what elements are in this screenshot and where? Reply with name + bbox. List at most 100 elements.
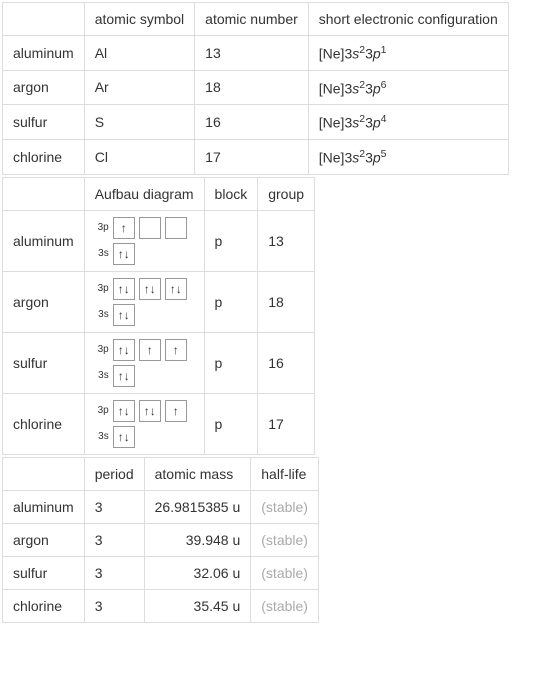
header-atomic-mass: atomic mass bbox=[144, 457, 251, 490]
atomic-mass: 26.9815385 u bbox=[144, 490, 251, 523]
period: 3 bbox=[84, 490, 144, 523]
orbital-box: ↑ bbox=[113, 217, 135, 239]
orbital-label-3s: 3s bbox=[95, 431, 109, 442]
table-header-row: atomic symbol atomic number short electr… bbox=[3, 3, 509, 36]
atomic-symbol: Ar bbox=[84, 70, 194, 105]
aufbau-diagram: 3p ↑↓ ↑ ↑ 3s ↑↓ bbox=[84, 332, 204, 393]
atomic-symbol: Al bbox=[84, 36, 194, 71]
table-row: sulfur 3p ↑↓ ↑ ↑ 3s ↑↓ p 16 bbox=[3, 332, 315, 393]
element-name: sulfur bbox=[3, 556, 85, 589]
orbital-box: ↑↓ bbox=[113, 243, 135, 265]
element-name: aluminum bbox=[3, 210, 85, 271]
orbital-box: ↑↓ bbox=[113, 400, 135, 422]
table-row: sulfur S 16 [Ne]3s23p4 bbox=[3, 105, 509, 140]
element-name: chlorine bbox=[3, 139, 85, 174]
orbital-box: ↑↓ bbox=[165, 278, 187, 300]
header-empty bbox=[3, 3, 85, 36]
header-atomic-symbol: atomic symbol bbox=[84, 3, 194, 36]
aufbau-diagram: 3p ↑↓ ↑↓ ↑↓ 3s ↑↓ bbox=[84, 271, 204, 332]
half-life: (stable) bbox=[251, 556, 319, 589]
header-aufbau: Aufbau diagram bbox=[84, 177, 204, 210]
table-aufbau: Aufbau diagram block group aluminum 3p ↑… bbox=[2, 177, 315, 455]
half-life: (stable) bbox=[251, 589, 319, 622]
orbital-label-3s: 3s bbox=[95, 309, 109, 320]
orbital-box: ↑↓ bbox=[113, 339, 135, 361]
atomic-mass: 35.45 u bbox=[144, 589, 251, 622]
period: 3 bbox=[84, 589, 144, 622]
orbital-label-3s: 3s bbox=[95, 248, 109, 259]
table-row: aluminum 3p ↑ 3s ↑↓ p 13 bbox=[3, 210, 315, 271]
aufbau-diagram: 3p ↑↓ ↑↓ ↑ 3s ↑↓ bbox=[84, 393, 204, 454]
element-name: argon bbox=[3, 70, 85, 105]
element-name: sulfur bbox=[3, 105, 85, 140]
element-name: aluminum bbox=[3, 490, 85, 523]
orbital-box: ↑ bbox=[139, 339, 161, 361]
group: 16 bbox=[258, 332, 315, 393]
table-row: chlorine 3p ↑↓ ↑↓ ↑ 3s ↑↓ p 17 bbox=[3, 393, 315, 454]
header-block: block bbox=[204, 177, 258, 210]
orbital-box: ↑ bbox=[165, 339, 187, 361]
group: 13 bbox=[258, 210, 315, 271]
orbital-label-3p: 3p bbox=[95, 283, 109, 294]
table-row: argon 3p ↑↓ ↑↓ ↑↓ 3s ↑↓ p 18 bbox=[3, 271, 315, 332]
aufbau-diagram: 3p ↑ 3s ↑↓ bbox=[84, 210, 204, 271]
orbital-box: ↑↓ bbox=[113, 426, 135, 448]
header-period: period bbox=[84, 457, 144, 490]
orbital-box: ↑ bbox=[165, 400, 187, 422]
header-group: group bbox=[258, 177, 315, 210]
element-name: sulfur bbox=[3, 332, 85, 393]
table-row: chlorine Cl 17 [Ne]3s23p5 bbox=[3, 139, 509, 174]
atomic-number: 17 bbox=[195, 139, 309, 174]
header-atomic-number: atomic number bbox=[195, 3, 309, 36]
table-row: sulfur 3 32.06 u (stable) bbox=[3, 556, 319, 589]
table-row: argon 3 39.948 u (stable) bbox=[3, 523, 319, 556]
table-row: aluminum 3 26.9815385 u (stable) bbox=[3, 490, 319, 523]
half-life: (stable) bbox=[251, 490, 319, 523]
table-row: aluminum Al 13 [Ne]3s23p1 bbox=[3, 36, 509, 71]
atomic-number: 13 bbox=[195, 36, 309, 71]
block: p bbox=[204, 271, 258, 332]
table-header-row: Aufbau diagram block group bbox=[3, 177, 315, 210]
element-name: argon bbox=[3, 271, 85, 332]
orbital-box: ↑↓ bbox=[113, 278, 135, 300]
atomic-symbol: Cl bbox=[84, 139, 194, 174]
atomic-symbol: S bbox=[84, 105, 194, 140]
period: 3 bbox=[84, 556, 144, 589]
orbital-box: ↑↓ bbox=[139, 400, 161, 422]
half-life: (stable) bbox=[251, 523, 319, 556]
block: p bbox=[204, 393, 258, 454]
atomic-number: 16 bbox=[195, 105, 309, 140]
orbital-label-3p: 3p bbox=[95, 344, 109, 355]
orbital-label-3p: 3p bbox=[95, 222, 109, 233]
table-row: argon Ar 18 [Ne]3s23p6 bbox=[3, 70, 509, 105]
orbital-label-3s: 3s bbox=[95, 370, 109, 381]
atomic-number: 18 bbox=[195, 70, 309, 105]
orbital-box: ↑↓ bbox=[139, 278, 161, 300]
orbital-box: ↑↓ bbox=[113, 365, 135, 387]
period: 3 bbox=[84, 523, 144, 556]
table-period-mass: period atomic mass half-life aluminum 3 … bbox=[2, 457, 319, 623]
atomic-mass: 39.948 u bbox=[144, 523, 251, 556]
block: p bbox=[204, 332, 258, 393]
group: 17 bbox=[258, 393, 315, 454]
element-name: argon bbox=[3, 523, 85, 556]
block: p bbox=[204, 210, 258, 271]
element-name: chlorine bbox=[3, 589, 85, 622]
atomic-mass: 32.06 u bbox=[144, 556, 251, 589]
electronic-config: [Ne]3s23p4 bbox=[308, 105, 508, 140]
orbital-box bbox=[165, 217, 187, 239]
header-half-life: half-life bbox=[251, 457, 319, 490]
orbital-box: ↑↓ bbox=[113, 304, 135, 326]
header-empty bbox=[3, 177, 85, 210]
orbital-box bbox=[139, 217, 161, 239]
electronic-config: [Ne]3s23p6 bbox=[308, 70, 508, 105]
orbital-label-3p: 3p bbox=[95, 405, 109, 416]
table-electronic-config: atomic symbol atomic number short electr… bbox=[2, 2, 509, 175]
table-header-row: period atomic mass half-life bbox=[3, 457, 319, 490]
electronic-config: [Ne]3s23p1 bbox=[308, 36, 508, 71]
header-empty bbox=[3, 457, 85, 490]
table-row: chlorine 3 35.45 u (stable) bbox=[3, 589, 319, 622]
element-name: aluminum bbox=[3, 36, 85, 71]
header-short-config: short electronic configuration bbox=[308, 3, 508, 36]
group: 18 bbox=[258, 271, 315, 332]
